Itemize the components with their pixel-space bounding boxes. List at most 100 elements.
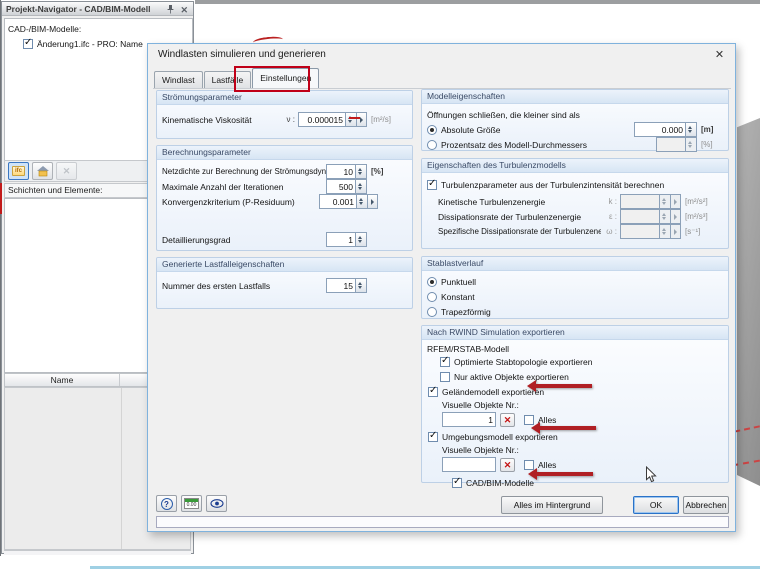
ifc-import-button[interactable]: ifc [8, 162, 29, 180]
viscosity-input[interactable] [298, 112, 346, 127]
clear-x-icon[interactable]: ✕ [500, 413, 515, 427]
viscosity-row: Kinematische Viskosität ν : [m²/s] [157, 112, 412, 127]
absolute-size-unit: [m] [697, 125, 723, 134]
turbulence-checkbox[interactable] [427, 180, 437, 190]
trapezfoermig-radio[interactable] [427, 307, 437, 317]
terrain-objects-input[interactable] [442, 412, 496, 427]
calc-unit: [%] [367, 167, 407, 176]
topology-checkbox[interactable] [440, 357, 450, 367]
spinner-control[interactable] [346, 112, 357, 127]
delete-x-icon: ✕ [63, 166, 71, 177]
active-objects-checkbox[interactable] [440, 372, 450, 382]
turbulence-row: Spezifische Dissipationsrate der Turbule… [422, 224, 728, 239]
export-option: Nur aktive Objekte exportieren [422, 369, 728, 384]
visual-objects-label: Visuelle Objekte Nr.: [442, 445, 723, 455]
environment-objects-row: ✕ Alles [422, 456, 728, 473]
close-openings-label: Öffnungen schließen, die kleiner sind al… [427, 110, 723, 120]
section-title: Berechnungsparameter [157, 146, 412, 160]
specific-dissipation-input [620, 224, 660, 239]
calc-label: Netzdichte zur Berechnung der Strömungsd… [162, 167, 326, 176]
konstant-label: Konstant [441, 292, 475, 302]
mesh-density-input[interactable] [326, 164, 356, 179]
turbulence-unit: [m²/s³] [681, 212, 723, 221]
topology-label: Optimierte Stabtopologie exportieren [454, 357, 592, 367]
help-button[interactable]: ? [156, 495, 177, 512]
column-name[interactable]: Name [5, 374, 120, 386]
spinner-control[interactable] [356, 232, 367, 247]
mouse-cursor-icon [645, 466, 657, 489]
pin-icon[interactable] [166, 4, 175, 18]
annotation-arrow-environment [540, 426, 596, 430]
delete-button: ✕ [56, 162, 77, 180]
spinner-control[interactable] [357, 194, 368, 209]
convergence-input[interactable] [319, 194, 357, 209]
navigator-titlebar[interactable]: Projekt-Navigator - CAD/BIM-Modell ✕ [2, 2, 193, 16]
environment-objects-input[interactable] [442, 457, 496, 472]
close-icon[interactable]: ✕ [713, 49, 726, 62]
annotation-underline [349, 117, 360, 119]
loadcase-label: Nummer des ersten Lastfalls [162, 281, 326, 291]
first-loadcase-input[interactable] [326, 278, 356, 293]
detail-arrow-button[interactable] [357, 112, 367, 127]
section-title: Modelleigenschaften [422, 90, 728, 104]
environment-checkbox[interactable] [428, 432, 438, 442]
visual-objects-label-row: Visuelle Objekte Nr.: [422, 399, 728, 411]
calc-label: Konvergenzkriterium (P-Residuum) [162, 197, 319, 207]
export-option: Optimierte Stabtopologie exportieren [422, 355, 728, 369]
viscosity-symbol: ν : [279, 115, 298, 124]
detail-arrow-button[interactable] [368, 194, 378, 209]
cancel-button[interactable]: Abbrechen [683, 496, 729, 514]
clear-x-icon[interactable]: ✕ [500, 458, 515, 472]
calc-label: Detaillierungsgrad [162, 235, 326, 245]
kinetic-energy-input [620, 194, 660, 209]
help-icon: ? [161, 498, 173, 510]
detail-level-input[interactable] [326, 232, 356, 247]
punktuell-radio[interactable] [427, 277, 437, 287]
absolute-size-radio[interactable] [427, 125, 437, 135]
absolute-size-row: Absolute Größe [m] [422, 122, 728, 137]
tree-item-model[interactable]: Änderung1.ifc - PRO: Name [23, 39, 143, 49]
cadbim-row: CAD/BIM-Modelle [422, 475, 728, 490]
spinner-control[interactable] [356, 164, 367, 179]
turbulence-unit: [s⁻¹] [681, 227, 723, 236]
turbulence-symbol: k : [601, 197, 620, 206]
detail-arrow-button [671, 224, 681, 239]
percentage-row: Prozentsatz des Modell-Durchmessers [%] [422, 137, 728, 152]
detail-arrow-button [671, 209, 681, 224]
spinner-control [660, 194, 671, 209]
max-iterations-input[interactable] [326, 179, 356, 194]
model-convert-button[interactable] [32, 162, 53, 180]
progress-bar [156, 516, 729, 528]
eye-icon [210, 499, 224, 508]
percentage-radio[interactable] [427, 140, 437, 150]
section-title: Stablastverlauf [422, 257, 728, 271]
member-load-option: Punktuell [422, 274, 728, 289]
model-checkbox[interactable] [23, 39, 33, 49]
percentage-label: Prozentsatz des Modell-Durchmessers [441, 140, 656, 150]
calc-row: Netzdichte zur Berechnung der Strömungsd… [157, 164, 412, 179]
spinner-control [660, 224, 671, 239]
decimal-places-button[interactable]: 0.00 [181, 495, 202, 512]
section-title: Nach RWIND Simulation exportieren [422, 326, 728, 340]
absolute-size-input[interactable] [634, 122, 686, 137]
konstant-radio[interactable] [427, 292, 437, 302]
terrain-checkbox[interactable] [428, 387, 438, 397]
dialog-title: Windlasten simulieren und generieren [148, 44, 735, 66]
background-calc-button[interactable]: Alles im Hintergrund berechnen [501, 496, 603, 514]
turbulence-unit: [m²/s²] [681, 197, 723, 206]
section-rwind-export: Nach RWIND Simulation exportieren RFEM/R… [421, 325, 729, 483]
cadbim-checkbox[interactable] [452, 478, 462, 488]
ok-button[interactable]: OK [633, 496, 679, 514]
tab-windlast[interactable]: Windlast [154, 71, 203, 88]
rfem-model-label-row: RFEM/RSTAB-Modell [422, 342, 728, 355]
close-icon[interactable]: ✕ [180, 3, 188, 17]
view-button[interactable] [206, 495, 227, 512]
viscosity-label: Kinematische Viskosität [162, 115, 279, 125]
spinner-control[interactable] [686, 122, 697, 137]
spinner-control[interactable] [356, 278, 367, 293]
spinner-control[interactable] [356, 179, 367, 194]
section-turbulenzmodell: Eigenschaften des Turbulenzmodells Turbu… [421, 158, 729, 249]
annotation-arrow-cadbim [537, 472, 593, 476]
percentage-input [656, 137, 686, 152]
house-icon [36, 165, 50, 177]
